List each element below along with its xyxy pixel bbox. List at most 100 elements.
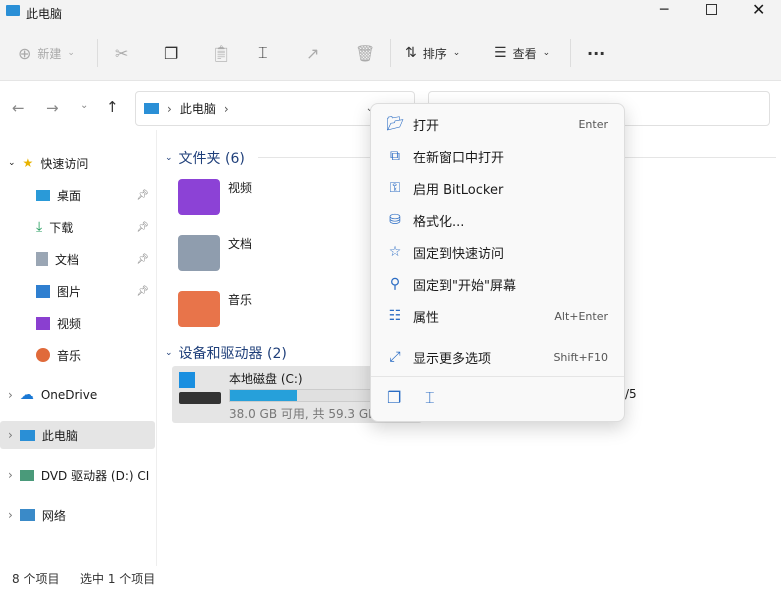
- copy-icon: ❐: [164, 43, 179, 63]
- rename-button[interactable]: ⌶: [425, 388, 435, 408]
- maximize-button[interactable]: [706, 4, 717, 15]
- menu-item[interactable]: ⛁ 格式化...: [375, 206, 620, 234]
- rename-icon: ⌶: [258, 43, 268, 62]
- recent-dropdown[interactable]: ⌄: [80, 100, 88, 111]
- menu-item-label: 固定到快速访问: [413, 246, 505, 262]
- menu-item-shortcut: Enter: [578, 117, 608, 131]
- document-folder-icon: [178, 235, 220, 271]
- sidebar-item-downloads[interactable]: ⤓ 下载 📌︎: [36, 213, 155, 241]
- menu-item-shortcut: Shift+F10: [553, 350, 608, 364]
- star-icon: ☆: [388, 244, 402, 260]
- sidebar-item-music[interactable]: 音乐: [36, 341, 155, 369]
- forward-button[interactable]: →: [46, 99, 59, 117]
- download-icon: ⤓: [36, 219, 43, 235]
- menu-item-label: 属性: [413, 310, 440, 326]
- scissors-icon: ✂: [115, 43, 129, 63]
- selected-count: 选中 1 个项目: [80, 572, 156, 586]
- new-button[interactable]: ⊕ 新建 ⌄: [18, 41, 75, 65]
- computer-icon: [144, 103, 159, 114]
- folder-music[interactable]: 音乐: [178, 291, 252, 327]
- format-icon: ⛁: [389, 212, 401, 228]
- sidebar-item-documents[interactable]: 文档 📌︎: [36, 245, 155, 273]
- item-count: 8 个项目: [12, 572, 60, 586]
- menu-item-label: 启用 BitLocker: [413, 182, 504, 198]
- pin-icon[interactable]: 📌︎: [136, 190, 149, 201]
- pin-icon: ⚲: [389, 276, 401, 292]
- sidebar-dvd-drive[interactable]: › DVD 驱动器 (D:) CI: [0, 461, 155, 489]
- music-folder-icon: [178, 291, 220, 327]
- show-more-icon: ⤢: [389, 349, 401, 365]
- window-title: 此电脑: [26, 7, 63, 21]
- menu-item-label: 打开: [413, 118, 440, 134]
- cut-button[interactable]: ✂: [115, 41, 128, 65]
- sidebar-quick-access[interactable]: ⌄ ★ 快速访问: [0, 149, 155, 177]
- menu-item-label: 显示更多选项: [413, 351, 492, 367]
- copy-button[interactable]: ❐: [164, 41, 178, 65]
- picture-icon: [36, 284, 50, 298]
- pin-icon[interactable]: 📌︎: [136, 222, 149, 233]
- folder-documents[interactable]: 文档: [178, 235, 252, 271]
- sidebar-network[interactable]: › 网络: [0, 501, 155, 529]
- minimize-button[interactable]: ─: [660, 2, 668, 18]
- star-icon: ★: [22, 156, 34, 170]
- back-button[interactable]: ←: [12, 99, 25, 117]
- folder-videos[interactable]: 视频: [178, 179, 252, 215]
- plus-icon: ⊕: [18, 43, 32, 63]
- status-bar: 8 个项目 选中 1 个项目: [0, 566, 781, 589]
- breadcrumb[interactable]: 此电脑: [180, 100, 216, 117]
- computer-icon: [19, 429, 35, 441]
- context-menu: 📂︎ 打开 Enter ⧉ 在新窗口中打开 ⚿ 启用 BitLocker ⛁ 格式化... ☆ 固定…: [370, 103, 625, 422]
- drive-icon: [179, 392, 221, 404]
- rename-button[interactable]: ⌶: [258, 41, 268, 65]
- menu-item-label: 格式化...: [413, 214, 465, 230]
- sidebar-item-pictures[interactable]: 图片 📌︎: [36, 277, 155, 305]
- sort-button[interactable]: ⇅ 排序 ⌄: [405, 41, 460, 65]
- drive-2-label: /5: [625, 387, 637, 401]
- pin-icon[interactable]: 📌︎: [136, 286, 149, 297]
- sidebar-onedrive[interactable]: › ☁ OneDrive: [0, 381, 155, 409]
- trash-icon: 🗑︎: [355, 43, 376, 63]
- view-icon: ☰: [494, 45, 507, 61]
- menu-item[interactable]: ☷ 属性 Alt+Enter: [375, 302, 620, 330]
- music-icon: [36, 348, 50, 362]
- menu-item-label: 在新窗口中打开: [413, 150, 505, 166]
- folders-group-header[interactable]: ⌄ 文件夹 (6): [165, 148, 245, 168]
- sort-icon: ⇅: [405, 45, 417, 61]
- command-bar: ⊕ 新建 ⌄ ✂ ❐ 📋︎ ⌶ ↗ 🗑︎ ⇅ 排序 ⌄ ☰ 查看 ⌄ ···: [0, 25, 781, 81]
- dvd-icon: [19, 469, 34, 481]
- network-icon: [19, 509, 35, 521]
- bitlocker-key-icon: ⚿: [389, 180, 401, 196]
- view-label: 查看: [512, 46, 537, 61]
- close-button[interactable]: ✕: [752, 0, 765, 19]
- menu-item-label: 固定到"开始"屏幕: [413, 278, 516, 294]
- delete-button[interactable]: 🗑︎: [355, 41, 375, 65]
- title-bar: 此电脑 ─ ✕: [0, 0, 781, 25]
- cloud-icon: ☁: [19, 387, 34, 403]
- menu-item[interactable]: 📂︎ 打开 Enter: [375, 110, 620, 138]
- properties-icon: ☷: [388, 308, 402, 324]
- sidebar-item-videos[interactable]: 视频: [36, 309, 155, 337]
- menu-item[interactable]: ☆ 固定到快速访问: [375, 238, 620, 266]
- copy-button[interactable]: ❐: [387, 388, 401, 407]
- clipboard-icon: 📋︎: [211, 43, 232, 63]
- desktop-icon: [36, 189, 50, 201]
- video-folder-icon: [178, 179, 220, 215]
- windows-icon: [179, 372, 195, 388]
- menu-item[interactable]: ⚲ 固定到"开始"屏幕: [375, 270, 620, 298]
- pin-icon[interactable]: 📌︎: [136, 254, 149, 265]
- sort-label: 排序: [422, 46, 447, 61]
- view-button[interactable]: ☰ 查看 ⌄: [494, 41, 550, 65]
- up-button[interactable]: ↑: [106, 98, 119, 116]
- video-icon: [36, 316, 50, 330]
- devices-group-header[interactable]: ⌄ 设备和驱动器 (2): [165, 343, 287, 363]
- new-label: 新建: [37, 46, 62, 61]
- sidebar-item-desktop[interactable]: 桌面 📌︎: [36, 181, 155, 209]
- open-new-window-icon: ⧉: [390, 148, 400, 164]
- paste-button[interactable]: 📋︎: [211, 41, 231, 65]
- menu-item[interactable]: ⚿ 启用 BitLocker: [375, 174, 620, 202]
- share-button[interactable]: ↗: [306, 41, 319, 65]
- sidebar-this-pc[interactable]: › 此电脑: [0, 421, 155, 449]
- more-button[interactable]: ···: [587, 41, 605, 65]
- menu-item[interactable]: ⤢ 显示更多选项 Shift+F10: [375, 343, 620, 371]
- menu-item[interactable]: ⧉ 在新窗口中打开: [375, 142, 620, 170]
